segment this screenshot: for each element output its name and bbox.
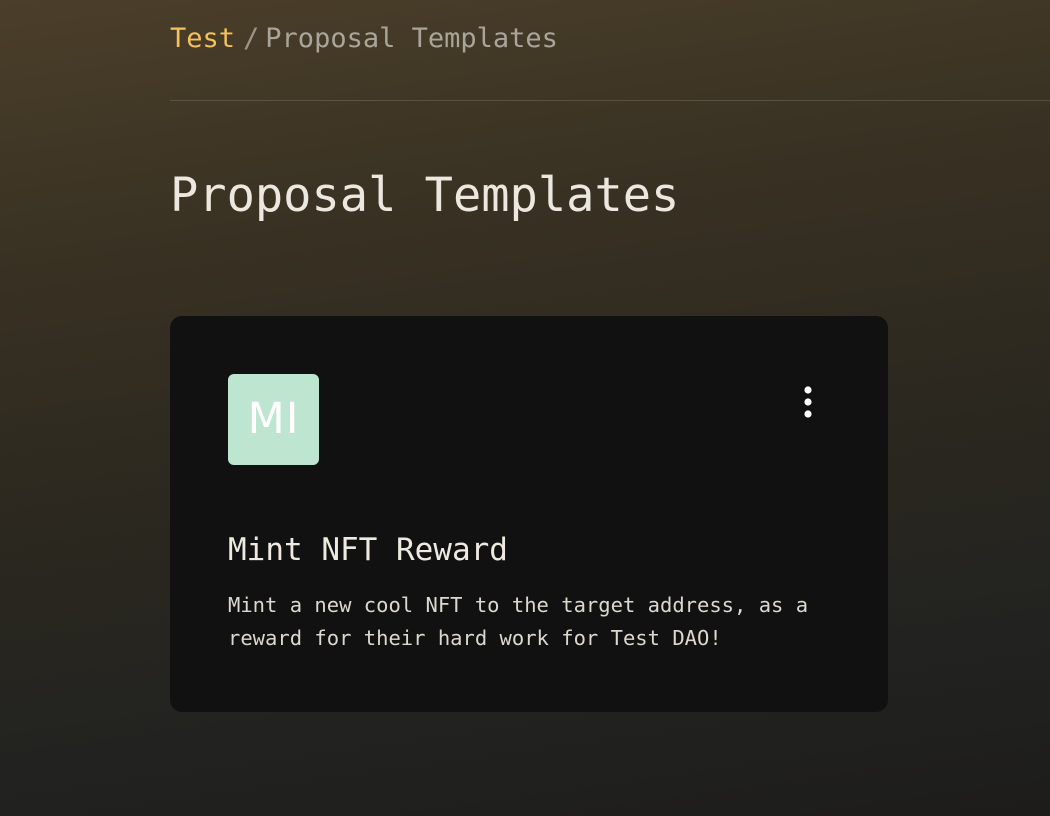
template-avatar: MI (228, 374, 319, 465)
header-divider (170, 100, 1050, 101)
breadcrumb-home-link[interactable]: Test (170, 23, 235, 54)
breadcrumb-separator: / (243, 23, 260, 54)
breadcrumb: Test / Proposal Templates (170, 22, 558, 56)
breadcrumb-current: Proposal Templates (265, 23, 558, 54)
template-card[interactable]: MI Mint NFT Reward Mint a new cool NFT t… (170, 316, 888, 712)
template-options-button[interactable] (792, 378, 824, 428)
template-description: Mint a new cool NFT to the target addres… (228, 593, 809, 650)
more-vertical-icon (804, 386, 812, 418)
template-name: Mint NFT Reward (228, 532, 508, 568)
page-title: Proposal Templates (170, 168, 680, 223)
